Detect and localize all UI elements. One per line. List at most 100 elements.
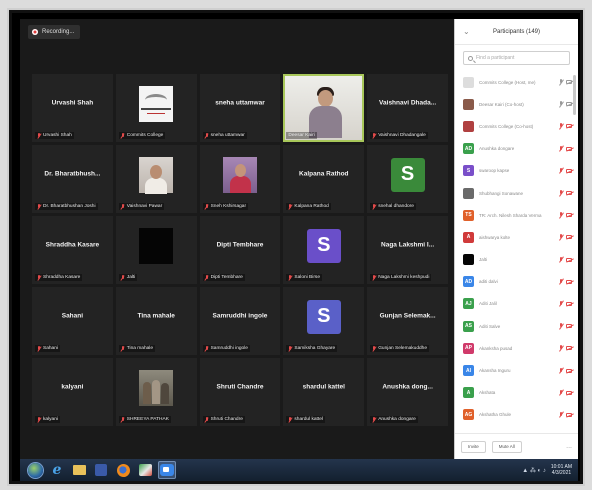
participant-row[interactable]: AI Akansha Inguru (455, 359, 578, 381)
tile-label-text: Vaishnavi Dhadangale (378, 133, 426, 138)
tile-name-label: Shraddha Kasare (35, 274, 83, 281)
participant-row[interactable]: AG Akshatha Ghule (455, 404, 578, 426)
mic-muted-icon (559, 101, 563, 107)
tile-display-name: sneha uttamwar (215, 99, 265, 107)
participant-search[interactable] (463, 51, 570, 65)
participant-row[interactable]: Commits College (Host, me) (455, 71, 578, 93)
video-tile[interactable]: sneha uttamwar sneha uttamwar (199, 74, 281, 142)
tile-display-name: Naga Lakshmi I... (381, 241, 435, 249)
mic-muted-icon (288, 275, 292, 280)
tile-display-name: Urvashi Shah (51, 99, 94, 107)
video-tile[interactable]: Shraddha Kasare Shraddha Kasare (32, 216, 113, 284)
mic-muted-icon (559, 123, 563, 129)
participants-header: ⌄ Participants (149) (455, 19, 578, 45)
camera-off-icon (566, 213, 572, 218)
tile-display-name: Shruti Chandre (216, 383, 264, 391)
video-tile[interactable]: Sahani Sahani (32, 287, 113, 355)
tile-name-label: Dipti Tembhare (202, 274, 245, 281)
camera-off-icon (566, 191, 572, 196)
video-grid: Urvashi Shah Urvashi Shah Commits College s… (32, 74, 448, 426)
participant-name: Jalti (479, 257, 488, 263)
participant-list-scrollbar[interactable] (573, 75, 576, 115)
video-tile[interactable]: Tina mahale Tina mahale (115, 287, 197, 355)
participant-row[interactable]: Shubhangi Sonawane (455, 182, 578, 204)
participant-row[interactable]: AS Aditi Salve (455, 315, 578, 337)
mic-muted-icon (559, 411, 563, 418)
participant-row[interactable]: Jalti (455, 249, 578, 271)
tile-name-label: Kalpana Rathod (286, 203, 331, 210)
taskbar-paint[interactable] (136, 461, 154, 479)
mic-muted-icon (37, 346, 41, 351)
mic-muted-icon (205, 275, 209, 280)
tile-display-name: Gunjan Selemak... (379, 312, 436, 320)
video-tile[interactable]: Shruti Chandre Shruti Chandre (199, 358, 281, 426)
participant-row[interactable]: AJ Aditi Jalil (455, 293, 578, 315)
taskbar-clock[interactable]: 10:01 AM 4/3/2021 (551, 464, 572, 476)
video-tile[interactable]: Gunjan Selemak... Gunjan Selemakuddhe (367, 287, 448, 355)
participant-avatar: TS (463, 209, 474, 221)
video-tile[interactable]: Samruddhi ingole Samruddhi ingole (199, 287, 281, 355)
participant-row[interactable]: AP Akanksha pusad (455, 337, 578, 359)
video-tile[interactable]: shardul kattel shardul kattel (283, 358, 365, 426)
taskbar-internet-explorer[interactable]: e (48, 461, 66, 479)
profile-avatar: S (390, 157, 425, 192)
mute-all-button[interactable]: Mute All (491, 440, 522, 453)
taskbar-firefox[interactable] (114, 461, 132, 479)
video-tile[interactable]: Vaishnavi Dhada... Vaishnavi Dhadangale (367, 74, 448, 142)
recording-label: Recording... (42, 29, 75, 35)
video-tile[interactable]: Commits College (115, 74, 197, 142)
video-tile[interactable]: Sneh Kshirsagar (199, 145, 281, 213)
video-tile[interactable]: Deesar Kairi (283, 74, 365, 142)
tile-name-label: Urvashi Shah (35, 132, 74, 139)
participant-row[interactable]: A Akshata (455, 382, 578, 404)
participant-status (559, 389, 572, 396)
tile-label-text: Commits College (126, 133, 164, 138)
mic-muted-icon (121, 417, 125, 422)
video-tile[interactable]: Ssnehal dhandore (367, 145, 448, 213)
video-tile[interactable]: SHREEYA PATHAK (115, 358, 197, 426)
more-options-icon[interactable]: ... (566, 443, 572, 450)
participant-list[interactable]: Commits College (Host, me) Deesar Kairi (… (455, 71, 578, 433)
camera-off-icon (566, 279, 572, 284)
video-tile[interactable]: Naga Lakshmi I... Naga Lakshmi keshpudi (367, 216, 448, 284)
taskbar-explorer[interactable] (70, 461, 88, 479)
mic-muted-icon (288, 346, 292, 351)
live-video-feed (285, 76, 363, 140)
video-tile[interactable]: Jalti (115, 216, 197, 284)
participant-avatar: AI (463, 365, 474, 377)
participant-row[interactable]: Aaishwarya kolte (455, 226, 578, 248)
tile-name-label: Deesar Kairi (286, 132, 317, 139)
participant-row[interactable]: Deesar Kairi (Co-host) (455, 93, 578, 115)
video-tile[interactable]: Dipti Tembhare Dipti Tembhare (199, 216, 281, 284)
recording-indicator[interactable]: Recording... (28, 25, 81, 39)
participant-search-input[interactable] (476, 55, 565, 61)
tray-icons[interactable]: ▲ ⁂ ◐ ♪ (522, 467, 546, 474)
tile-name-label: Samiksha Ghayare (286, 345, 338, 352)
video-tile[interactable]: S Samiksha Ghayare (283, 287, 365, 355)
video-tile[interactable]: kalyani kalyani (32, 358, 113, 426)
video-tile[interactable]: Vaishnavi Pawar (115, 145, 197, 213)
video-tile[interactable]: Urvashi Shah Urvashi Shah (32, 74, 113, 142)
participant-avatar (463, 76, 474, 88)
video-tile[interactable]: Anushka dong... Anushka dongare (367, 358, 448, 426)
participant-row[interactable]: AD aditi dalvi (455, 271, 578, 293)
start-button[interactable] (26, 461, 44, 479)
tile-label-text: Samruddhi ingole (210, 346, 248, 351)
participant-row[interactable]: AD Anushka dongare (455, 138, 578, 160)
collapse-chevron-icon[interactable]: ⌄ (463, 27, 470, 36)
participant-row[interactable]: Commits College (Co-host) (455, 115, 578, 137)
camera-off-icon (566, 235, 572, 240)
participant-row[interactable]: TS TR: Arch. Nilesh Sharda Verma (455, 204, 578, 226)
taskbar-zoom[interactable] (158, 461, 176, 479)
taskbar-media-player[interactable] (92, 461, 110, 479)
profile-photo (139, 369, 174, 406)
video-tile[interactable]: Dr. Bharatbhush... Dr. Bharatbhushan Josh… (32, 145, 113, 213)
video-tile[interactable]: S Saloni Birse (283, 216, 365, 284)
camera-off-icon (566, 390, 572, 395)
tile-label-text: shardul kattel (294, 417, 323, 422)
windows-taskbar: e ▲ ⁂ ◐ ♪ 10:01 AM 4/3/2021 (20, 459, 578, 481)
invite-button[interactable]: Invite (461, 440, 486, 453)
tile-label-text: SHREEYA PATHAK (126, 417, 169, 422)
video-tile[interactable]: Kalpana Rathod Kalpana Rathod (283, 145, 365, 213)
participant-row[interactable]: Sswaroop kapse (455, 160, 578, 182)
